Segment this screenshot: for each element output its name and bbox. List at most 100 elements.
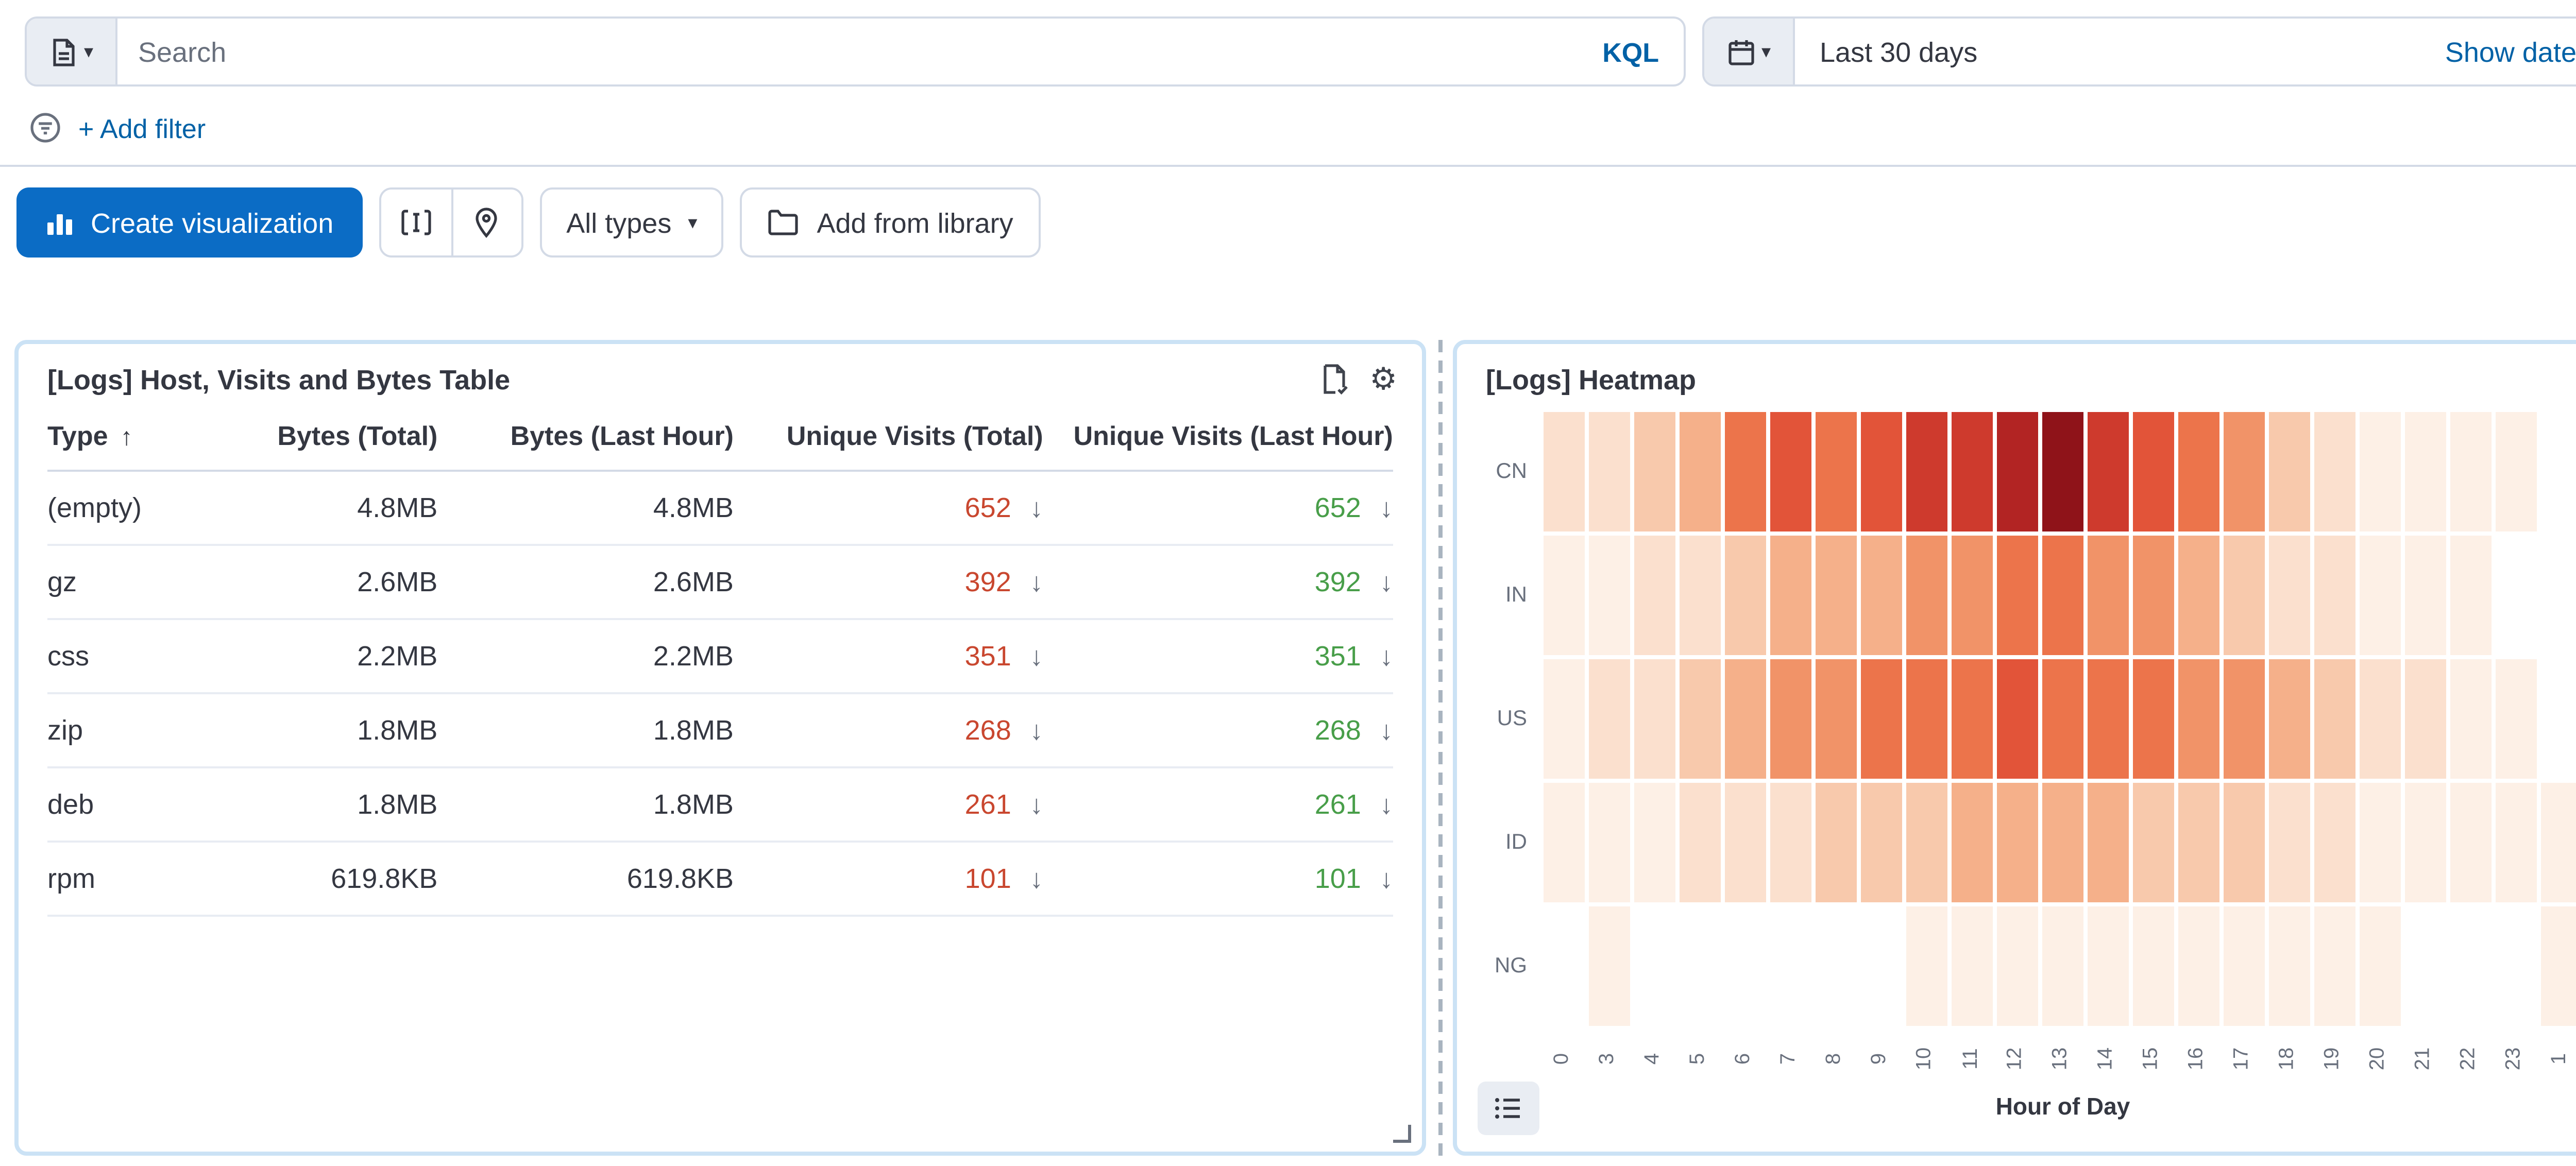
heatmap-cell[interactable]	[1544, 536, 1585, 655]
heatmap-cell[interactable]	[2178, 659, 2219, 779]
heatmap-cell[interactable]	[2314, 659, 2355, 779]
column-header[interactable]: Bytes (Total)	[223, 420, 438, 451]
save-to-library-icon[interactable]	[1318, 363, 1349, 396]
heatmap-cell[interactable]	[2088, 412, 2129, 531]
heatmap-cell[interactable]	[2133, 536, 2174, 655]
heatmap-cell[interactable]	[2133, 659, 2174, 779]
heatmap-cell[interactable]	[2360, 412, 2401, 531]
heatmap-cell[interactable]	[1997, 536, 2038, 655]
resize-handle-icon[interactable]	[1391, 1123, 1412, 1143]
heatmap-cell[interactable]	[1770, 536, 1811, 655]
search-input[interactable]	[117, 19, 1578, 84]
heatmap-cell[interactable]	[2224, 906, 2265, 1026]
time-range-value[interactable]: Last 30 days	[1795, 36, 1977, 67]
heatmap-cell[interactable]	[1589, 536, 1630, 655]
heatmap-cell[interactable]	[2269, 412, 2310, 531]
heatmap-cell[interactable]	[1816, 659, 1857, 779]
heatmap-cell[interactable]	[1770, 659, 1811, 779]
heatmap-cell[interactable]	[1952, 412, 1993, 531]
heatmap-cell[interactable]	[2450, 783, 2492, 902]
heatmap-cell[interactable]	[1634, 412, 1675, 531]
heatmap-cell[interactable]	[1952, 536, 1993, 655]
heatmap-cell[interactable]	[2405, 783, 2446, 902]
heatmap-cell[interactable]	[1725, 536, 1766, 655]
heatmap-cell[interactable]	[2450, 412, 2492, 531]
column-header[interactable]: Unique Visits (Last Hour)	[1043, 420, 1393, 451]
heatmap-cell[interactable]	[1589, 659, 1630, 779]
filter-icon[interactable]	[29, 111, 62, 144]
heatmap-cell[interactable]	[1680, 412, 1721, 531]
legend-toggle-button[interactable]	[1478, 1082, 1539, 1135]
heatmap-cell[interactable]	[2360, 783, 2401, 902]
column-header[interactable]: Type↑	[47, 420, 223, 451]
heatmap-cell[interactable]	[1997, 906, 2038, 1026]
heatmap-cell[interactable]	[2178, 906, 2219, 1026]
heatmap-cell[interactable]	[1725, 412, 1766, 531]
heatmap-cell[interactable]	[2042, 659, 2083, 779]
heatmap-cell[interactable]	[2314, 536, 2355, 655]
heatmap-cell[interactable]	[1906, 412, 1947, 531]
heatmap-cell[interactable]	[2088, 536, 2129, 655]
heatmap-cell[interactable]	[1861, 536, 1902, 655]
heatmap-cell[interactable]	[2360, 536, 2401, 655]
heatmap-cell[interactable]	[1861, 659, 1902, 779]
heatmap-cell[interactable]	[1997, 783, 2038, 902]
panel-separator[interactable]	[1438, 340, 1443, 1156]
heatmap-cell[interactable]	[1816, 412, 1857, 531]
heatmap-cell[interactable]	[1906, 906, 1947, 1026]
heatmap-cell[interactable]	[1816, 783, 1857, 902]
add-from-library-button[interactable]: Add from library	[741, 187, 1040, 258]
heatmap-cell[interactable]	[1544, 659, 1585, 779]
heatmap-cell[interactable]	[1725, 783, 1766, 902]
heatmap-cell[interactable]	[2450, 659, 2492, 779]
heatmap-cell[interactable]	[2224, 659, 2265, 779]
calendar-menu-button[interactable]: ▾	[1704, 19, 1795, 84]
heatmap-cell[interactable]	[1861, 412, 1902, 531]
all-types-dropdown[interactable]: All types ▾	[539, 187, 724, 258]
heatmap-cell[interactable]	[1952, 783, 1993, 902]
heatmap-cell[interactable]	[2088, 906, 2129, 1026]
heatmap-cell[interactable]	[2496, 412, 2537, 531]
saved-query-menu-button[interactable]: ▾	[27, 19, 117, 84]
heatmap-cell[interactable]	[1589, 906, 1630, 1026]
heatmap-cell[interactable]	[1680, 783, 1721, 902]
heatmap-cell[interactable]	[1544, 783, 1585, 902]
heatmap-cell[interactable]	[2314, 412, 2355, 531]
heatmap-cell[interactable]	[1997, 412, 2038, 531]
heatmap-cell[interactable]	[1816, 536, 1857, 655]
heatmap-cell[interactable]	[2314, 783, 2355, 902]
heatmap-cell[interactable]	[2178, 536, 2219, 655]
column-header[interactable]: Unique Visits (Total)	[734, 420, 1043, 451]
kql-badge[interactable]: KQL	[1578, 36, 1684, 67]
heatmap-cell[interactable]	[1589, 783, 1630, 902]
heatmap-cell[interactable]	[2178, 412, 2219, 531]
show-dates-link[interactable]: Show dates	[2445, 36, 2576, 67]
heatmap-cell[interactable]	[2133, 412, 2174, 531]
heatmap-cell[interactable]	[1544, 412, 1585, 531]
column-header[interactable]: Bytes (Last Hour)	[437, 420, 734, 451]
heatmap-cell[interactable]	[2269, 536, 2310, 655]
heatmap-cell[interactable]	[2042, 783, 2083, 902]
heatmap-cell[interactable]	[1589, 412, 1630, 531]
heatmap-cell[interactable]	[2178, 783, 2219, 902]
heatmap-cell[interactable]	[1770, 412, 1811, 531]
heatmap-cell[interactable]	[2541, 783, 2576, 902]
add-filter-link[interactable]: + Add filter	[78, 112, 206, 143]
heatmap-cell[interactable]	[1952, 659, 1993, 779]
heatmap-cell[interactable]	[2450, 536, 2492, 655]
add-control-button[interactable]	[381, 190, 451, 255]
create-visualization-button[interactable]: Create visualization	[16, 187, 362, 258]
heatmap-cell[interactable]	[1680, 659, 1721, 779]
heatmap-cell[interactable]	[1906, 783, 1947, 902]
gear-icon[interactable]: ⚙	[1369, 364, 1397, 395]
heatmap-cell[interactable]	[1634, 659, 1675, 779]
heatmap-cell[interactable]	[2042, 536, 2083, 655]
heatmap-cell[interactable]	[2042, 412, 2083, 531]
heatmap-cell[interactable]	[2405, 536, 2446, 655]
heatmap-cell[interactable]	[1861, 783, 1902, 902]
heatmap-cell[interactable]	[2496, 783, 2537, 902]
heatmap-cell[interactable]	[2269, 659, 2310, 779]
heatmap-cell[interactable]	[2224, 412, 2265, 531]
heatmap-cell[interactable]	[2541, 906, 2576, 1026]
heatmap-cell[interactable]	[1952, 906, 1993, 1026]
